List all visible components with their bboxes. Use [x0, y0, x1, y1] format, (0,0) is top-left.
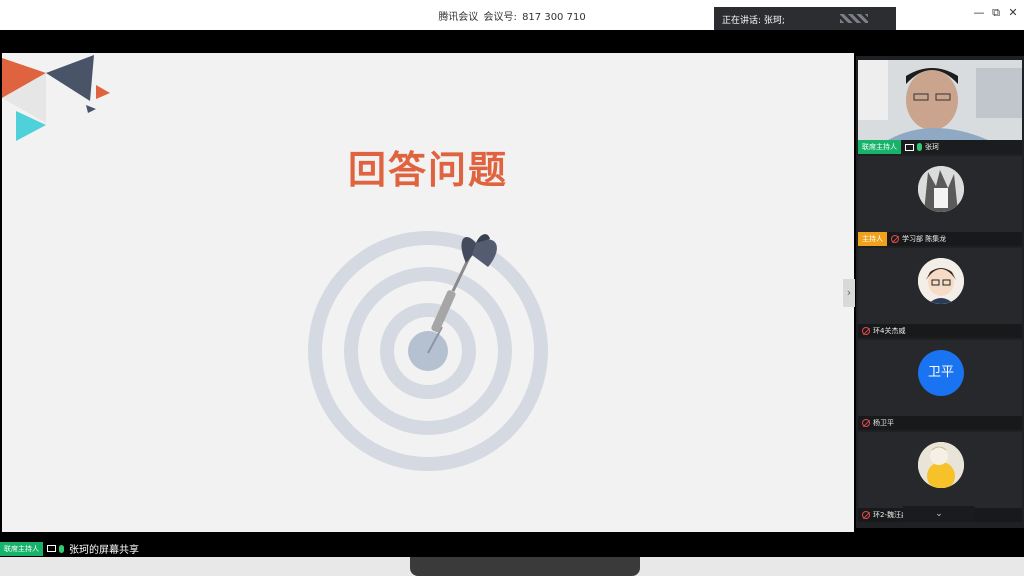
participant-name: 张珂	[925, 143, 939, 151]
participant-tile[interactable]: 主持人 学习部 陈集龙	[858, 156, 1022, 246]
mic-muted-icon	[862, 511, 870, 519]
participant-tile[interactable]: 卫平 杨卫平	[858, 340, 1022, 430]
close-button[interactable]: ✕	[1005, 6, 1021, 19]
mic-on-icon	[59, 544, 64, 553]
participant-nameplate: 联席主持人 张珂	[858, 140, 1022, 154]
window-footer	[0, 557, 1024, 576]
participant-name: 学习部 陈集龙	[902, 235, 947, 243]
mic-on-icon	[917, 143, 922, 151]
audio-wave-icon	[840, 14, 868, 23]
screen-share-icon	[47, 545, 56, 552]
share-status-text: 张珂的屏幕共享	[69, 545, 139, 556]
participant-nameplate: 主持人 学习部 陈集龙	[858, 232, 1022, 246]
speaking-name: 张珂;	[763, 16, 785, 26]
participant-nameplate: 杨卫平	[858, 416, 1022, 430]
participant-name: 杨卫平	[873, 419, 894, 427]
participant-tile[interactable]: 环4关杰威	[858, 248, 1022, 338]
speaking-label: 正在讲话:	[722, 16, 762, 26]
participant-tile[interactable]: 联席主持人 张珂	[858, 60, 1022, 154]
mic-muted-icon	[891, 235, 899, 243]
avatar	[918, 442, 964, 488]
role-badge: 主持人	[858, 232, 887, 246]
avatar: 卫平	[918, 350, 964, 396]
footer-overlay	[410, 557, 640, 576]
app-name: 腾讯会议	[438, 12, 479, 23]
minimize-button[interactable]: —	[971, 6, 987, 19]
role-badge: 联席主持人	[858, 140, 901, 154]
panel-collapse-toggle[interactable]: ›	[843, 279, 855, 307]
meeting-id: 817 300 710	[522, 12, 586, 23]
participant-panel: 联席主持人 张珂 主持人 学习部 陈集龙 环4关杰威 卫平 杨卫平 环2-魏汪淼	[856, 56, 1024, 528]
slide-title: 回答问题	[347, 148, 508, 192]
share-status-bar: 联席主持人 张珂的屏幕共享	[0, 540, 1024, 557]
restore-button[interactable]: ⧉	[988, 6, 1004, 20]
avatar	[918, 166, 964, 212]
mic-muted-icon	[862, 327, 870, 335]
meeting-id-label: 会议号:	[483, 12, 517, 23]
scroll-down-button[interactable]: ⌄	[903, 506, 975, 522]
shared-screen: 回答问题	[2, 53, 854, 532]
speaking-indicator: 正在讲话: 张珂;	[714, 7, 896, 30]
mic-muted-icon	[862, 419, 870, 427]
role-badge: 联席主持人	[0, 541, 43, 556]
participant-name: 环4关杰威	[873, 327, 906, 335]
participant-nameplate: 环4关杰威	[858, 324, 1022, 338]
dartboard-illustration	[308, 231, 548, 471]
avatar	[918, 258, 964, 304]
participant-video	[858, 60, 1022, 140]
slide-logo-shapes	[2, 55, 110, 141]
screen-share-icon	[905, 143, 914, 151]
